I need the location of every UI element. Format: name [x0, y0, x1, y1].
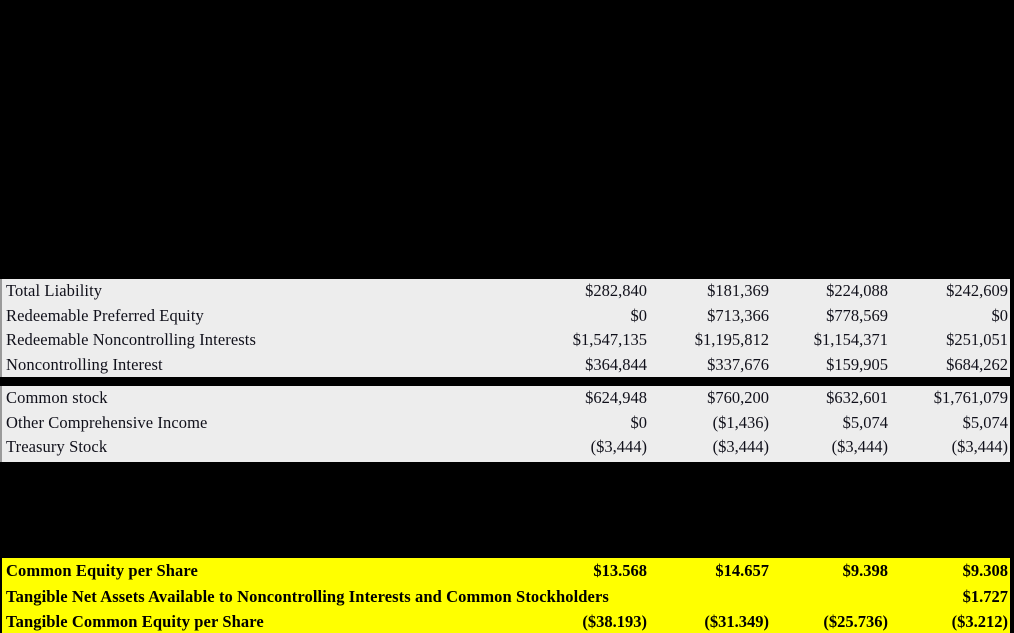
row-label: Tangible Common Equity per Share	[6, 612, 264, 631]
equity-section: Common stock $624,948 $760,200 $632,601 …	[0, 386, 1010, 462]
row-value-col4: $242,609	[946, 281, 1008, 300]
liabilities-section: Total Liability $282,840 $181,369 $224,0…	[0, 279, 1010, 377]
table-row: Common stock $624,948 $760,200 $632,601 …	[2, 386, 1010, 411]
row-value-col4: $9.308	[962, 561, 1008, 580]
table-row: Noncontrolling Interest $364,844 $337,67…	[2, 353, 1010, 378]
row-label: Redeemable Preferred Equity	[6, 305, 204, 325]
table-row: Other Comprehensive Income $0 ($1,436) $…	[2, 411, 1010, 436]
table-row: Tangible Net Assets Available to Noncont…	[2, 584, 1010, 610]
row-label: Noncontrolling Interest	[6, 354, 163, 374]
row-label: Tangible Net Assets Available to Noncont…	[6, 586, 609, 606]
table-row: Redeemable Preferred Equity $0 $713,366 …	[2, 304, 1010, 329]
row-label: Total Liability	[6, 281, 103, 300]
row-label: Common stock	[6, 388, 108, 407]
table-row: Redeemable Noncontrolling Interests $1,5…	[2, 328, 1010, 353]
table-row: Tangible Common Equity per Share ($38.19…	[2, 609, 1010, 633]
table-row: Common Equity per Share $13.568 $14.657 …	[2, 558, 1010, 584]
row-value-col4: $684,262	[946, 354, 1008, 374]
row-label: Redeemable Noncontrolling Interests	[6, 330, 257, 349]
row-label: Other Comprehensive Income	[6, 412, 208, 432]
row-value-col4: $0	[991, 305, 1009, 325]
row-value-col4: $251,051	[946, 330, 1008, 349]
row-label: Common Equity per Share	[6, 561, 198, 580]
document-page: Total Liability $282,840 $181,369 $224,0…	[0, 0, 1014, 633]
row-value-col4: ($3.212)	[951, 612, 1008, 631]
row-value-col4: ($3,444)	[951, 437, 1008, 456]
row-value-col4: $5,074	[962, 412, 1008, 432]
row-label: Treasury Stock	[6, 437, 108, 456]
row-value-col4: $1.727	[962, 586, 1008, 606]
table-row: Treasury Stock ($3,444) ($3,444) ($3,444…	[2, 435, 1010, 460]
table-row: Total Liability $282,840 $181,369 $224,0…	[2, 279, 1010, 304]
per-share-highlight-section: Common Equity per Share $13.568 $14.657 …	[0, 558, 1010, 633]
row-value-col4: $1,761,079	[933, 388, 1008, 407]
